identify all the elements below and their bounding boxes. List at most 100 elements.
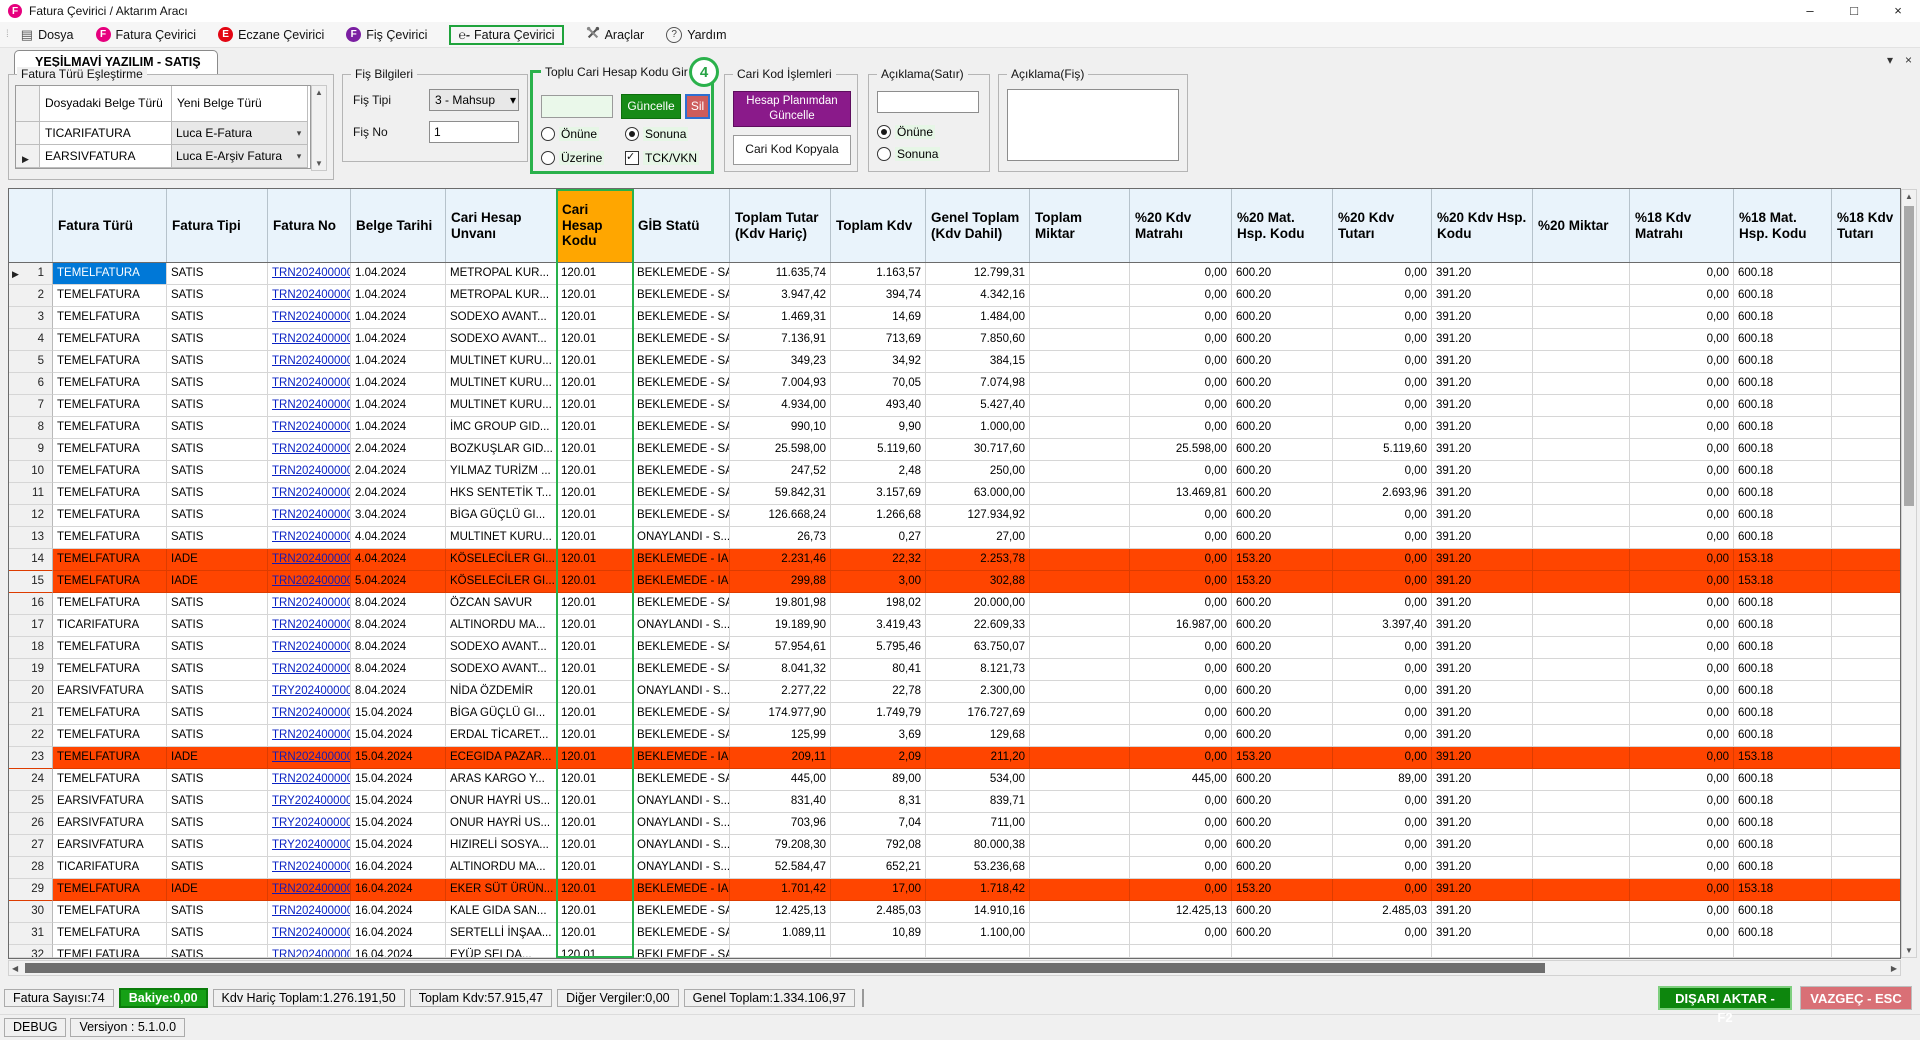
scroll-right-icon[interactable]: ▶ bbox=[1891, 964, 1897, 973]
cell-kdv20_hsp[interactable]: 391.20 bbox=[1432, 285, 1533, 307]
aciklama-fis-textarea[interactable] bbox=[1007, 89, 1179, 161]
cell-cari_kod[interactable]: 120.01 bbox=[557, 483, 633, 505]
cell-mat20_hsp[interactable]: 600.20 bbox=[1232, 615, 1333, 637]
cell-kdv18_matrah[interactable]: 0,00 bbox=[1630, 681, 1734, 703]
cell-toplam_miktar[interactable] bbox=[1030, 527, 1130, 549]
row-selector[interactable]: 21 bbox=[9, 703, 53, 725]
cell-kdv18_tutar[interactable] bbox=[1832, 835, 1901, 857]
cell-kdv20_hsp[interactable]: 391.20 bbox=[1432, 703, 1533, 725]
cell-gib_statu[interactable]: ONAYLANDI - S... bbox=[633, 527, 730, 549]
cell-kdv20_hsp[interactable]: 391.20 bbox=[1432, 395, 1533, 417]
cell-toplam_miktar[interactable] bbox=[1030, 351, 1130, 373]
cell-belge_tarihi[interactable]: 8.04.2024 bbox=[351, 637, 446, 659]
cell-genel_toplam[interactable]: 384,15 bbox=[926, 351, 1030, 373]
row-selector[interactable]: 2 bbox=[9, 285, 53, 307]
cell-kdv18_matrah[interactable]: 0,00 bbox=[1630, 813, 1734, 835]
cell-toplam_miktar[interactable] bbox=[1030, 901, 1130, 923]
cell-miktar20[interactable] bbox=[1533, 417, 1630, 439]
cell-miktar20[interactable] bbox=[1533, 637, 1630, 659]
row-selector[interactable]: 12 bbox=[9, 505, 53, 527]
cell-cari_unvan[interactable]: HKS SENTETİK T... bbox=[446, 483, 557, 505]
cell-mat20_hsp[interactable]: 600.20 bbox=[1232, 307, 1333, 329]
cell-kdv20_tutar[interactable]: 0,00 bbox=[1333, 373, 1432, 395]
cell-cari_kod[interactable]: 120.01 bbox=[557, 461, 633, 483]
cell-toplam_miktar[interactable] bbox=[1030, 747, 1130, 769]
cell-miktar20[interactable] bbox=[1533, 395, 1630, 417]
cell-belge_tarihi[interactable]: 2.04.2024 bbox=[351, 461, 446, 483]
cell-mat18_hsp[interactable]: 153.18 bbox=[1734, 747, 1832, 769]
cell-cari_unvan[interactable]: KALE GIDA SAN... bbox=[446, 901, 557, 923]
cell-belge_tarihi[interactable]: 8.04.2024 bbox=[351, 615, 446, 637]
cell-kdv20_matrah[interactable]: 25.598,00 bbox=[1130, 439, 1232, 461]
cell-toplam_miktar[interactable] bbox=[1030, 395, 1130, 417]
cell-mat18_hsp[interactable]: 600.18 bbox=[1734, 923, 1832, 945]
horizontal-scrollbar-thumb[interactable] bbox=[25, 963, 1545, 973]
cell-gib_statu[interactable]: BEKLEMEDE - SA... bbox=[633, 483, 730, 505]
cell-fatura_tipi[interactable]: SATIS bbox=[167, 351, 268, 373]
cell-cari_unvan[interactable]: YILMAZ TURİZM ... bbox=[446, 461, 557, 483]
cell-miktar20[interactable] bbox=[1533, 615, 1630, 637]
cell-toplam_tutar[interactable] bbox=[730, 945, 831, 958]
cell-toplam_tutar[interactable]: 445,00 bbox=[730, 769, 831, 791]
column-header-fatura_turu[interactable]: Fatura Türü bbox=[53, 189, 167, 262]
row-selector[interactable]: 24 bbox=[9, 769, 53, 791]
tab-close-icon[interactable]: × bbox=[1905, 53, 1912, 67]
cari-kod-input[interactable] bbox=[541, 95, 613, 118]
cell-fatura_turu[interactable]: TEMELFATURA bbox=[53, 747, 167, 769]
cell-cari_unvan[interactable]: MULTINET KURU... bbox=[446, 527, 557, 549]
cell-toplam_miktar[interactable] bbox=[1030, 439, 1130, 461]
cell-fatura_turu[interactable]: TEMELFATURA bbox=[53, 329, 167, 351]
cell-gib_statu[interactable]: BEKLEMEDE - SA... bbox=[633, 439, 730, 461]
cell-toplam_miktar[interactable] bbox=[1030, 681, 1130, 703]
cell-kdv18_matrah[interactable]: 0,00 bbox=[1630, 703, 1734, 725]
cell-gib_statu[interactable]: BEKLEMEDE - SA... bbox=[633, 945, 730, 958]
cell-fatura_turu[interactable]: TEMELFATURA bbox=[53, 901, 167, 923]
cell-kdv20_matrah[interactable]: 0,00 bbox=[1130, 681, 1232, 703]
cell-cari_kod[interactable]: 120.01 bbox=[557, 835, 633, 857]
cell-fatura_tipi[interactable]: SATIS bbox=[167, 615, 268, 637]
cell-gib_statu[interactable]: BEKLEMEDE - SA... bbox=[633, 461, 730, 483]
cell-kdv20_hsp[interactable]: 391.20 bbox=[1432, 835, 1533, 857]
column-header-belge_tarihi[interactable]: Belge Tarihi bbox=[351, 189, 446, 262]
cell-mat18_hsp[interactable]: 600.18 bbox=[1734, 813, 1832, 835]
row-selector[interactable]: 13 bbox=[9, 527, 53, 549]
cell-kdv18_tutar[interactable] bbox=[1832, 681, 1901, 703]
cell-genel_toplam[interactable]: 20.000,00 bbox=[926, 593, 1030, 615]
cell-kdv18_tutar[interactable] bbox=[1832, 659, 1901, 681]
cell-toplam_kdv[interactable]: 5.795,46 bbox=[831, 637, 926, 659]
cell-fatura_no[interactable]: TRN2024000000... bbox=[268, 527, 351, 549]
cell-fatura_tipi[interactable]: SATIS bbox=[167, 681, 268, 703]
cell-toplam_kdv[interactable]: 198,02 bbox=[831, 593, 926, 615]
cell-kdv20_tutar[interactable]: 0,00 bbox=[1333, 637, 1432, 659]
cell-miktar20[interactable] bbox=[1533, 439, 1630, 461]
cell-cari_kod[interactable]: 120.01 bbox=[557, 659, 633, 681]
cell-miktar20[interactable] bbox=[1533, 527, 1630, 549]
cell-fatura_turu[interactable]: TEMELFATURA bbox=[53, 945, 167, 958]
cell-mat18_hsp[interactable]: 600.18 bbox=[1734, 791, 1832, 813]
cell-kdv18_tutar[interactable] bbox=[1832, 417, 1901, 439]
cell-fatura_turu[interactable]: EARSIVFATURA bbox=[53, 681, 167, 703]
cell-toplam_kdv[interactable]: 652,21 bbox=[831, 857, 926, 879]
cell-mat20_hsp[interactable]: 600.20 bbox=[1232, 329, 1333, 351]
fatura-no-link[interactable]: TRN2024000000... bbox=[272, 509, 351, 521]
cell-mat20_hsp[interactable]: 600.20 bbox=[1232, 593, 1333, 615]
row-selector[interactable]: 10 bbox=[9, 461, 53, 483]
cell-toplam_tutar[interactable]: 19.801,98 bbox=[730, 593, 831, 615]
cell-cari_unvan[interactable]: EKER SÜT ÜRÜN... bbox=[446, 879, 557, 901]
cell-toplam_tutar[interactable]: 19.189,90 bbox=[730, 615, 831, 637]
cell-toplam_miktar[interactable] bbox=[1030, 769, 1130, 791]
cell-miktar20[interactable] bbox=[1533, 945, 1630, 958]
cell-cari_kod[interactable]: 120.01 bbox=[557, 593, 633, 615]
cell-mat18_hsp[interactable]: 600.18 bbox=[1734, 263, 1832, 285]
cell-kdv20_hsp[interactable]: 391.20 bbox=[1432, 263, 1533, 285]
fatura-no-link[interactable]: TRN2024000000... bbox=[272, 619, 351, 631]
cell-toplam_miktar[interactable] bbox=[1030, 263, 1130, 285]
cell-gib_statu[interactable]: BEKLEMEDE - IA... bbox=[633, 571, 730, 593]
cell-kdv20_matrah[interactable]: 0,00 bbox=[1130, 307, 1232, 329]
cell-cari_unvan[interactable]: ALTINORDU MA... bbox=[446, 615, 557, 637]
cell-fatura_turu[interactable]: TEMELFATURA bbox=[53, 659, 167, 681]
cell-toplam_miktar[interactable] bbox=[1030, 571, 1130, 593]
cell-kdv20_hsp[interactable]: 391.20 bbox=[1432, 351, 1533, 373]
cell-kdv20_matrah[interactable]: 0,00 bbox=[1130, 923, 1232, 945]
cell-kdv20_hsp[interactable]: 391.20 bbox=[1432, 571, 1533, 593]
